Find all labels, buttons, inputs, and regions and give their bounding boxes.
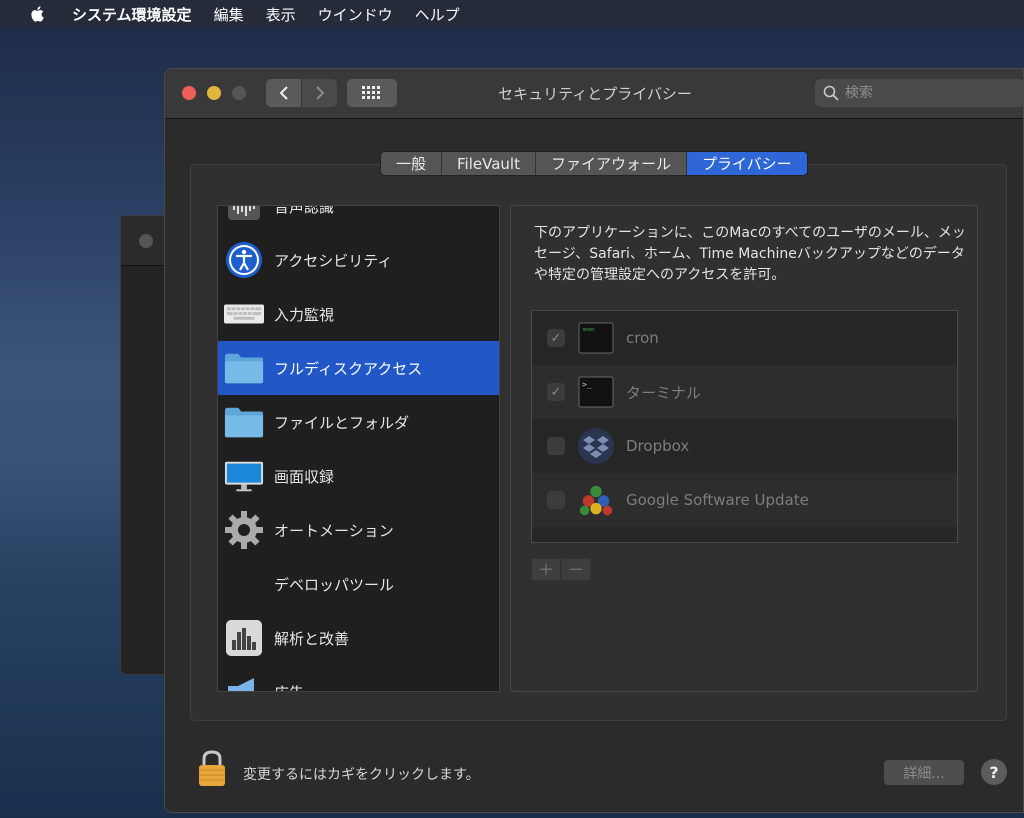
sidebar-item-label: 広告 xyxy=(274,682,304,692)
search-icon xyxy=(823,85,839,101)
privacy-category-list[interactable]: 音声認識 アクセシビリティ 入力監視 フルディスクアクセス ファイルとフォルダ xyxy=(217,205,500,692)
terminal-icon: >_ xyxy=(577,373,615,411)
tab-general[interactable]: 一般 xyxy=(381,152,443,175)
app-name: Dropbox xyxy=(626,437,690,455)
sidebar-item-analytics[interactable]: 解析と改善 xyxy=(218,611,499,665)
app-name: cron xyxy=(626,329,659,347)
chart-icon xyxy=(224,618,264,658)
permission-detail-pane: 下のアプリケーションに、このMacのすべてのユーザのメール、メッセージ、Safa… xyxy=(510,205,978,692)
advanced-button[interactable]: 詳細... xyxy=(884,760,964,785)
svg-text:>_: >_ xyxy=(582,380,592,389)
waveform-icon xyxy=(224,206,264,226)
sidebar-item-label: アクセシビリティ xyxy=(274,251,393,270)
menu-bar: システム環境設定 編集 表示 ウインドウ ヘルプ xyxy=(0,0,1024,28)
sidebar-item-label: フルディスクアクセス xyxy=(274,359,423,378)
tab-filevault[interactable]: FileVault xyxy=(442,152,536,175)
list-item-dropbox[interactable]: Dropbox xyxy=(532,419,957,473)
sidebar-item-developer-tools[interactable]: デベロッパツール xyxy=(218,557,499,611)
sidebar-item-accessibility[interactable]: アクセシビリティ xyxy=(218,233,499,287)
tab-bar: 一般 FileVault ファイアウォール プライバシー xyxy=(380,151,808,176)
sidebar-item-label: 画面収録 xyxy=(274,467,335,486)
sidebar-item-input-monitoring[interactable]: 入力監視 xyxy=(218,287,499,341)
display-icon xyxy=(224,456,264,496)
sidebar-item-label: 音声認識 xyxy=(274,205,335,216)
menu-window[interactable]: ウインドウ xyxy=(318,4,393,25)
tab-privacy[interactable]: プライバシー xyxy=(686,152,807,175)
search-field[interactable] xyxy=(815,79,1023,107)
keyboard-icon xyxy=(224,294,264,334)
lock-hint-text: 変更するにはカギをクリックします。 xyxy=(243,767,480,783)
add-remove-controls: + − xyxy=(531,558,591,581)
sidebar-item-automation[interactable]: オートメーション xyxy=(218,503,499,557)
menu-help[interactable]: ヘルプ xyxy=(415,4,460,25)
search-input[interactable] xyxy=(845,85,1015,101)
terminal-exec-icon: exec xyxy=(577,319,615,357)
sidebar-item-label: オートメーション xyxy=(274,521,394,540)
sidebar-item-label: 入力監視 xyxy=(274,305,335,324)
app-name: ターミナル xyxy=(626,383,702,402)
sidebar-item-advertising[interactable]: 広告 xyxy=(218,665,499,692)
list-item-google-software-update[interactable]: Google Software Update xyxy=(532,473,957,527)
permission-description: 下のアプリケーションに、このMacのすべてのユーザのメール、メッセージ、Safa… xyxy=(534,225,966,283)
megaphone-icon xyxy=(224,672,264,691)
help-button[interactable]: ? xyxy=(981,759,1007,785)
menu-edit[interactable]: 編集 xyxy=(214,4,244,25)
apple-icon[interactable] xyxy=(28,4,48,24)
accessibility-icon xyxy=(224,240,264,280)
svg-text:exec: exec xyxy=(583,327,595,333)
app-checkbox[interactable] xyxy=(547,437,565,455)
lock-icon[interactable] xyxy=(197,749,227,787)
sidebar-item-full-disk-access[interactable]: フルディスクアクセス xyxy=(218,341,499,395)
folder-icon xyxy=(224,402,264,442)
sidebar-item-label: ファイルとフォルダ xyxy=(274,413,410,432)
sidebar-item-screen-recording[interactable]: 画面収録 xyxy=(218,449,499,503)
google-update-icon xyxy=(577,481,615,519)
gear-icon xyxy=(224,510,264,550)
app-name: Google Software Update xyxy=(626,491,809,509)
folder-icon xyxy=(224,348,264,388)
menu-app-name[interactable]: システム環境設定 xyxy=(72,4,192,25)
app-permission-list[interactable]: ✓ exec cron ✓ >_ ターミナル Dropbox Google So… xyxy=(531,310,958,543)
list-item-partial[interactable] xyxy=(532,527,957,542)
sidebar-item-files-and-folders[interactable]: ファイルとフォルダ xyxy=(218,395,499,449)
security-privacy-window: セキュリティとプライバシー 一般 FileVault ファイアウォール プライバ… xyxy=(164,68,1024,813)
dropbox-icon xyxy=(577,427,615,465)
sidebar-item-label: 解析と改善 xyxy=(274,629,350,648)
sidebar-item-label: デベロッパツール xyxy=(274,575,395,594)
menu-view[interactable]: 表示 xyxy=(266,4,296,25)
list-item-cron[interactable]: ✓ exec cron xyxy=(532,311,957,365)
add-app-button[interactable]: + xyxy=(531,558,561,581)
app-checkbox[interactable]: ✓ xyxy=(547,329,565,347)
sidebar-item-speech-recognition[interactable]: 音声認識 xyxy=(218,205,499,233)
window-titlebar: セキュリティとプライバシー xyxy=(165,69,1023,119)
tab-firewall[interactable]: ファイアウォール xyxy=(535,152,687,175)
background-window-close-button[interactable] xyxy=(139,234,153,248)
app-checkbox[interactable] xyxy=(547,491,565,509)
app-checkbox[interactable]: ✓ xyxy=(547,383,565,401)
remove-app-button[interactable]: − xyxy=(561,558,591,581)
list-item-terminal[interactable]: ✓ >_ ターミナル xyxy=(532,365,957,419)
